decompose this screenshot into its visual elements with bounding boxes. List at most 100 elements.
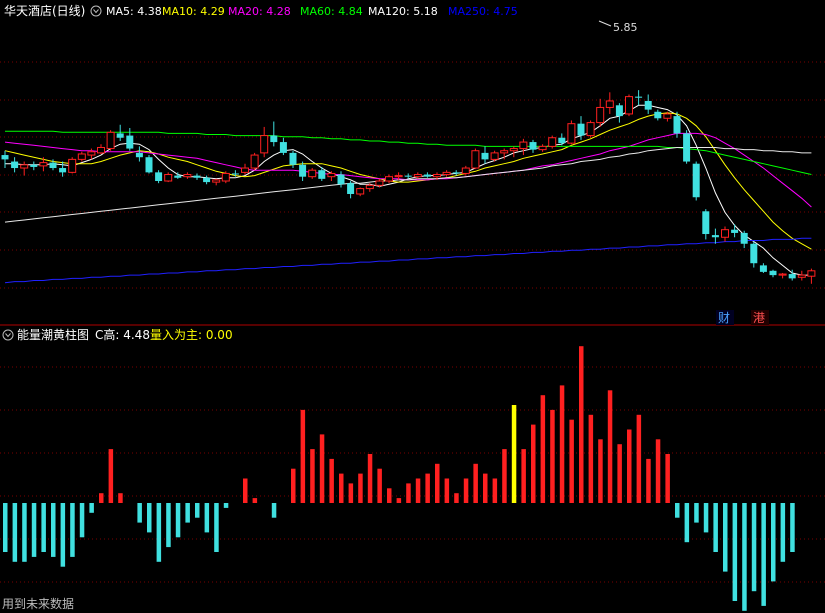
indicator-bar[interactable] xyxy=(367,454,373,503)
candle[interactable] xyxy=(250,152,259,171)
candle[interactable] xyxy=(68,157,77,174)
candle[interactable] xyxy=(644,94,652,114)
indicator-bar[interactable] xyxy=(243,478,248,504)
indicator-bar[interactable] xyxy=(31,503,37,557)
indicator-bar[interactable] xyxy=(454,493,459,503)
candle[interactable] xyxy=(683,130,691,164)
indicator-bar[interactable] xyxy=(684,503,690,543)
candle[interactable] xyxy=(126,128,134,151)
indicator-bar[interactable] xyxy=(147,503,152,533)
indicator-bar[interactable] xyxy=(780,503,786,562)
candle[interactable] xyxy=(279,137,287,156)
indicator-bar[interactable] xyxy=(137,503,142,523)
indicator-bar[interactable] xyxy=(550,409,555,503)
indicator-bar[interactable] xyxy=(204,503,210,533)
indicator-bar[interactable] xyxy=(511,405,517,503)
candle[interactable] xyxy=(193,173,201,180)
candle[interactable] xyxy=(807,268,816,284)
candle[interactable] xyxy=(106,130,115,151)
candle[interactable] xyxy=(778,272,787,279)
indicator-bar[interactable] xyxy=(655,439,661,503)
candle[interactable] xyxy=(519,138,528,156)
candle[interactable] xyxy=(759,263,767,273)
indicator-bar[interactable] xyxy=(79,503,85,538)
indicator-bar[interactable] xyxy=(319,434,325,503)
indicator-bar[interactable] xyxy=(646,458,651,503)
candle[interactable] xyxy=(567,120,576,145)
indicator-bar[interactable] xyxy=(771,503,776,582)
collapse-toggle-indicator[interactable] xyxy=(2,329,14,341)
indicator-bar[interactable] xyxy=(3,503,8,552)
candle[interactable] xyxy=(635,90,643,106)
indicator-bar[interactable] xyxy=(415,478,421,504)
candle[interactable] xyxy=(538,144,547,152)
candle[interactable] xyxy=(59,161,67,177)
candle[interactable] xyxy=(471,148,480,170)
indicator-bar[interactable] xyxy=(579,346,584,503)
candle[interactable] xyxy=(692,161,700,201)
indicator-bar[interactable] xyxy=(41,503,46,552)
collapse-toggle-main[interactable] xyxy=(90,5,102,17)
candle[interactable] xyxy=(385,174,393,184)
indicator-bar[interactable] xyxy=(166,503,171,548)
indicator-bar[interactable] xyxy=(175,503,181,538)
indicator-bar[interactable] xyxy=(617,444,622,503)
badge-gang[interactable]: 港 xyxy=(751,310,769,325)
candle[interactable] xyxy=(769,269,777,278)
indicator-bar[interactable] xyxy=(387,488,392,503)
candle[interactable] xyxy=(721,226,729,242)
indicator-bar[interactable] xyxy=(492,478,498,504)
candle[interactable] xyxy=(260,126,269,158)
candle[interactable] xyxy=(797,270,806,281)
indicator-bar[interactable] xyxy=(22,503,27,562)
candle[interactable] xyxy=(548,135,557,149)
indicator-bar[interactable] xyxy=(406,483,411,503)
candle[interactable] xyxy=(423,172,431,178)
indicator-bar[interactable] xyxy=(703,503,709,533)
indicator-bar[interactable] xyxy=(598,439,603,503)
candle[interactable] xyxy=(135,146,143,162)
candle[interactable] xyxy=(529,139,537,153)
indicator-bar[interactable] xyxy=(588,414,594,503)
indicator-bar[interactable] xyxy=(223,503,229,508)
candle[interactable] xyxy=(145,155,153,174)
indicator-bar[interactable] xyxy=(742,503,747,611)
indicator-bar[interactable] xyxy=(521,449,526,503)
indicator-bar[interactable] xyxy=(60,503,66,567)
indicator-bar[interactable] xyxy=(713,503,718,552)
indicator-bar[interactable] xyxy=(99,493,104,503)
indicator-bar[interactable] xyxy=(396,498,402,503)
indicator-bar[interactable] xyxy=(435,463,440,503)
candle[interactable] xyxy=(605,92,614,114)
candle[interactable] xyxy=(702,209,710,240)
indicator-bar[interactable] xyxy=(12,503,18,562)
indicator-bar[interactable] xyxy=(790,503,795,552)
indicator-bar[interactable] xyxy=(723,503,728,572)
indicator-bar[interactable] xyxy=(348,483,354,503)
indicator-bar[interactable] xyxy=(108,449,114,503)
candle[interactable] xyxy=(155,170,163,184)
candle[interactable] xyxy=(270,121,278,147)
indicator-bar[interactable] xyxy=(463,478,469,504)
candle[interactable] xyxy=(241,163,249,175)
candle[interactable] xyxy=(558,133,566,146)
indicator-bar[interactable] xyxy=(300,409,306,503)
candle[interactable] xyxy=(731,224,739,238)
indicator-bar[interactable] xyxy=(607,390,613,503)
candle[interactable] xyxy=(20,161,29,176)
candle[interactable] xyxy=(221,171,230,184)
indicator-bar[interactable] xyxy=(732,503,738,601)
indicator-bar[interactable] xyxy=(483,473,488,503)
indicator-bar[interactable] xyxy=(540,395,546,503)
candle[interactable] xyxy=(413,172,422,179)
indicator-bar[interactable] xyxy=(751,503,757,592)
indicator-bar[interactable] xyxy=(569,419,574,503)
candle[interactable] xyxy=(442,170,451,177)
candle[interactable] xyxy=(654,109,662,121)
candle[interactable] xyxy=(356,187,365,197)
candle[interactable] xyxy=(30,161,38,171)
candle[interactable] xyxy=(116,124,124,141)
candle[interactable] xyxy=(740,230,748,249)
indicator-bar[interactable] xyxy=(310,449,315,503)
candle[interactable] xyxy=(586,120,595,138)
